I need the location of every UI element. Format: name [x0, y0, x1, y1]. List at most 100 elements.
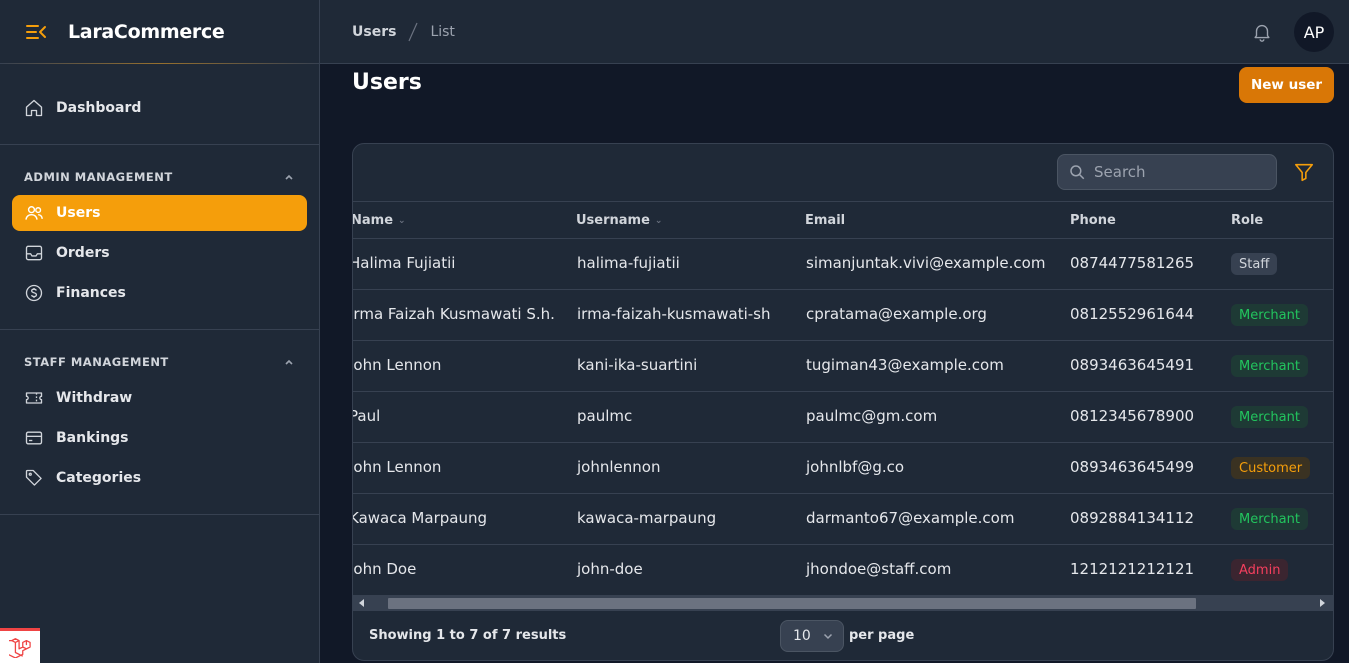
sidebar-item-label: Users [56, 205, 101, 221]
cell-username: paulmc [577, 407, 633, 425]
cell-name: Irma Faizah Kusmawati S.h. [353, 305, 555, 323]
cell-email: paulmc@gm.com [806, 407, 938, 425]
cell-name: Paul [353, 407, 381, 425]
breadcrumb-separator-icon [408, 22, 418, 41]
new-user-button[interactable]: New user [1239, 67, 1334, 103]
home-icon [24, 98, 44, 118]
cell-phone: 0893463645491 [1070, 356, 1195, 374]
per-page-label: per page [849, 628, 915, 643]
column-header-name[interactable]: Name ⌄ [353, 213, 406, 228]
users-table-panel: Name ⌄ Username ⌄ Email Phone Role Halima … [352, 143, 1334, 661]
sidebar-item-withdraw[interactable]: Withdraw [12, 380, 307, 416]
column-label: Name [353, 213, 394, 228]
collapse-sidebar-icon[interactable] [24, 20, 48, 44]
cell-name: Halima Fujiatii [353, 254, 456, 272]
cell-username: kani-ika-suartini [577, 356, 698, 374]
cell-phone: 0812345678900 [1070, 407, 1195, 425]
sidebar-item-orders[interactable]: Orders [12, 235, 307, 271]
app-title: LaraCommerce [68, 20, 225, 43]
cell-email: darmanto67@example.com [806, 509, 1015, 527]
cell-email: jhondoe@staff.com [806, 560, 952, 578]
sidebar-item-label: Dashboard [56, 100, 142, 116]
column-header-role: Role [1231, 213, 1264, 228]
sort-chevron-icon: ⌄ [654, 215, 663, 226]
per-page-value: 10 [793, 628, 811, 644]
filter-icon[interactable] [1293, 161, 1315, 183]
cell-name: Kawaca Marpaung [353, 509, 487, 527]
inbox-icon [24, 243, 44, 263]
avatar[interactable]: AP [1294, 12, 1334, 52]
scroll-right-icon[interactable] [1320, 599, 1325, 607]
nav-top: Dashboard [0, 64, 319, 145]
role-badge: Merchant [1231, 355, 1308, 377]
cell-phone: 1212121212121 [1070, 560, 1195, 578]
role-badge: Merchant [1231, 406, 1308, 428]
sidebar-item-bankings[interactable]: Bankings [12, 420, 307, 456]
sidebar-item-label: Finances [56, 285, 126, 301]
search-input[interactable] [1094, 163, 1264, 181]
cell-email: simanjuntak.vivi@example.com [806, 254, 1046, 272]
column-label: Username [576, 213, 650, 228]
chevron-down-icon [823, 633, 833, 640]
sidebar-item-label: Bankings [56, 430, 129, 446]
cell-name: John Lennon [353, 356, 442, 374]
cell-email: johnlbf@g.co [806, 458, 905, 476]
sidebar-item-dashboard[interactable]: Dashboard [12, 90, 307, 126]
table-body: Halima Fujiatii halima-fujiatii simanjunta… [353, 239, 1333, 594]
chevron-up-icon [285, 359, 293, 365]
page-title: Users [352, 70, 422, 95]
column-header-username[interactable]: Username ⌄ [576, 213, 662, 228]
brand-bar: LaraCommerce [0, 0, 320, 64]
sidebar-item-finances[interactable]: Finances [12, 275, 307, 311]
role-badge: Staff [1231, 253, 1278, 275]
role-badge: Admin [1231, 559, 1289, 581]
credit-card-icon [24, 428, 44, 448]
breadcrumb-list: List [430, 23, 455, 40]
scroll-left-icon[interactable] [359, 599, 364, 607]
table-row[interactable]: Kawaca Marpaung kawaca-marpaung darmanto67… [353, 494, 1333, 545]
results-summary: Showing 1 to 7 of 7 results [369, 628, 567, 643]
tag-icon [24, 468, 44, 488]
breadcrumb-users[interactable]: Users [352, 24, 396, 40]
users-table: Name ⌄ Username ⌄ Email Phone Role Halima … [353, 201, 1333, 594]
group-toggle-staff[interactable]: STAFF MANAGEMENT [12, 346, 307, 378]
search-box[interactable] [1057, 154, 1277, 190]
cell-username: halima-fujiatii [577, 254, 680, 272]
column-header-email: Email [805, 213, 846, 228]
nav-group-admin: ADMIN MANAGEMENT Users Orders Finances [0, 145, 319, 330]
cell-username: irma-faizah-kusmawati-sh [577, 305, 771, 323]
sidebar-item-users[interactable]: Users [12, 195, 307, 231]
nav-group-staff: STAFF MANAGEMENT Withdraw Bankings Categ… [0, 330, 319, 515]
role-badge: Customer [1231, 457, 1311, 479]
laravel-logo-icon[interactable] [0, 628, 40, 663]
topbar: Users List AP [320, 0, 1349, 64]
cell-name: John Doe [353, 560, 417, 578]
cell-phone: 0893463645499 [1070, 458, 1195, 476]
sidebar: LaraCommerce Dashboard ADMIN MANAGEMENT … [0, 0, 320, 663]
table-row[interactable]: John Lennon johnlennon johnlbf@g.co 0893463… [353, 443, 1333, 494]
group-label: STAFF MANAGEMENT [24, 355, 169, 369]
table-row[interactable]: Halima Fujiatii halima-fujiatii simanjunta… [353, 239, 1333, 290]
group-toggle-admin[interactable]: ADMIN MANAGEMENT [12, 161, 307, 193]
ticket-icon [24, 388, 44, 408]
cell-email: tugiman43@example.com [806, 356, 1004, 374]
table-row[interactable]: John Lennon kani-ika-suartini tugiman43@ex… [353, 341, 1333, 392]
per-page-select[interactable]: 10 [780, 620, 844, 652]
table-row[interactable]: Paul paulmc paulmc@gm.com 0812345678900 Merc… [353, 392, 1333, 443]
sidebar-item-categories[interactable]: Categories [12, 460, 307, 496]
table-row[interactable]: John Doe john-doe jhondoe@staff.com 1212121… [353, 545, 1333, 594]
cell-name: John Lennon [353, 458, 442, 476]
sidebar-item-label: Withdraw [56, 390, 133, 406]
dollar-icon [24, 283, 44, 303]
scrollbar-thumb[interactable] [388, 598, 1196, 609]
cell-phone: 0874477581265 [1070, 254, 1195, 272]
horizontal-scrollbar[interactable] [353, 595, 1333, 611]
sidebar-item-label: Categories [56, 470, 142, 486]
table-footer: Showing 1 to 7 of 7 results 10 per page [353, 611, 1333, 660]
bell-icon[interactable] [1251, 21, 1273, 43]
cell-phone: 0812552961644 [1070, 305, 1195, 323]
search-icon [1070, 165, 1085, 180]
role-badge: Merchant [1231, 304, 1308, 326]
cell-email: cpratama@example.org [806, 305, 987, 323]
table-row[interactable]: Irma Faizah Kusmawati S.h. irma-faizah-ku… [353, 290, 1333, 341]
